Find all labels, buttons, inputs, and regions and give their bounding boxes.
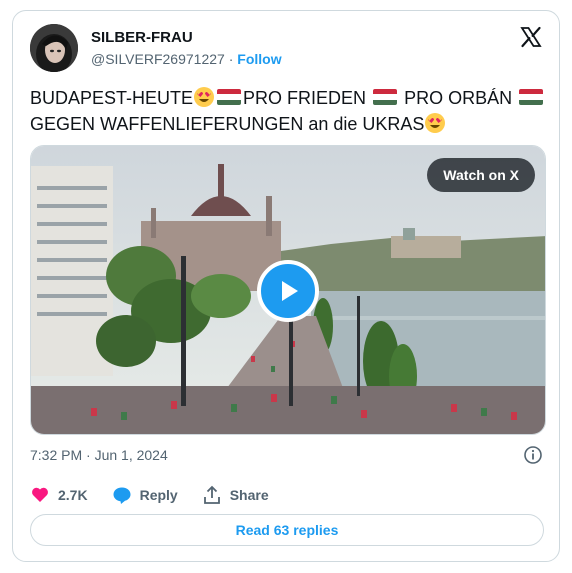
heart-eyes-emoji-icon xyxy=(424,112,446,134)
info-icon[interactable] xyxy=(523,445,543,465)
hungary-flag-icon xyxy=(217,89,242,105)
avatar[interactable] xyxy=(30,24,78,72)
author-name[interactable]: SILBER-FRAU xyxy=(91,29,193,46)
author-handle-line: @SILVERF26971227 · Follow xyxy=(91,51,282,67)
separator: · xyxy=(228,51,234,67)
video-thumbnail[interactable]: Watch on X xyxy=(30,145,546,435)
tweet-text-part-2: PRO FRIEDEN xyxy=(243,88,367,108)
play-icon[interactable] xyxy=(257,260,319,322)
reply-bubble-icon xyxy=(113,487,131,504)
action-bar: 2.7K Reply Share xyxy=(30,485,293,505)
tweet-text: BUDAPEST-HEUTE PRO FRIEDEN PRO ORBÁN GEGE… xyxy=(30,85,550,137)
tweet-text-part-1: BUDAPEST-HEUTE xyxy=(30,88,194,108)
hungary-flag-icon xyxy=(373,89,398,105)
watch-on-x-button[interactable]: Watch on X xyxy=(427,158,535,192)
x-logo-icon[interactable] xyxy=(519,25,543,49)
share-button[interactable]: Share xyxy=(202,485,269,505)
read-replies-button[interactable]: Read 63 replies xyxy=(30,514,544,546)
like-count: 2.7K xyxy=(58,487,88,503)
like-button[interactable]: 2.7K xyxy=(30,485,88,505)
hungary-flag-icon xyxy=(519,89,544,105)
author-handle[interactable]: @SILVERF26971227 xyxy=(91,51,225,67)
reply-label: Reply xyxy=(139,487,178,503)
tweet-card: SILBER-FRAU @SILVERF26971227 · Follow BU… xyxy=(12,10,560,562)
tweet-text-part-4: GEGEN WAFFENLIEFERUNGEN an die UKRAS xyxy=(30,114,425,134)
heart-eyes-emoji-icon xyxy=(193,86,215,108)
share-label: Share xyxy=(229,487,269,503)
tweet-text-part-3: PRO ORBÁN xyxy=(404,88,513,108)
heart-icon xyxy=(32,487,48,502)
reply-button[interactable]: Reply xyxy=(112,485,178,505)
share-icon xyxy=(203,485,220,504)
tweet-timestamp[interactable]: 7:32 PM · Jun 1, 2024 xyxy=(30,447,168,463)
follow-button[interactable]: Follow xyxy=(237,51,281,67)
